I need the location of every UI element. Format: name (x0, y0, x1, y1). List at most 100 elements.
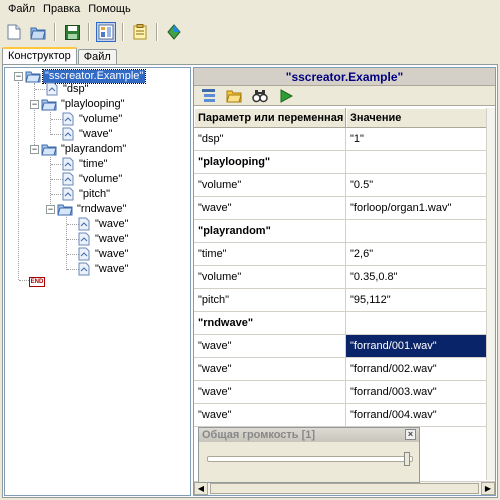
tree-node-playrandom[interactable]: − "playrandom" (30, 142, 128, 156)
open-button[interactable] (28, 22, 48, 42)
value-cell[interactable]: "0.5" (346, 174, 487, 197)
tree-label-wave[interactable]: "wave" (93, 248, 131, 261)
value-cell[interactable] (346, 220, 487, 243)
structure-tree[interactable]: − "sscreator.Example" "dsp" − "playloopi… (4, 67, 191, 496)
value-cell[interactable] (346, 312, 487, 335)
value-cell[interactable]: "forrand/004.wav" (346, 404, 487, 427)
tree-label-wave[interactable]: "wave" (77, 128, 115, 141)
volume-slider-thumb[interactable] (404, 452, 410, 466)
tree-label-rndwave[interactable]: "rndwave" (75, 203, 128, 216)
tree-connector (50, 112, 51, 135)
menu-file[interactable]: Файл (4, 0, 39, 18)
parameter-icon (62, 187, 74, 201)
tab-file[interactable]: Файл (77, 49, 117, 65)
horizontal-scrollbar[interactable]: ◀ ▶ (194, 481, 495, 495)
table-row[interactable]: "volume" "0.5" (194, 174, 487, 197)
tree-node-time[interactable]: "time" (61, 157, 110, 171)
save-button[interactable] (62, 22, 82, 42)
notes-button[interactable] (130, 22, 150, 42)
collapse-icon[interactable]: − (14, 71, 23, 81)
tree-connector (18, 82, 19, 280)
collapse-icon[interactable]: − (30, 99, 39, 109)
tree-label-wave[interactable]: "wave" (93, 263, 131, 276)
volume-slider[interactable] (207, 452, 413, 466)
value-cell[interactable] (346, 151, 487, 174)
export-button[interactable] (164, 22, 184, 42)
tree-node-dsp[interactable]: "dsp" (45, 82, 91, 96)
properties-title: "sscreator.Example" (194, 68, 495, 86)
tree-label-wave[interactable]: "wave" (93, 218, 131, 231)
tree-label-playrandom[interactable]: "playrandom" (59, 143, 128, 156)
tree-label-volume[interactable]: "volume" (77, 173, 124, 186)
grid-header: Параметр или переменная Значение (194, 108, 487, 128)
value-cell[interactable]: "2,6" (346, 243, 487, 266)
table-row-selected[interactable]: "wave" "forrand/001.wav" (194, 335, 487, 358)
find-button[interactable] (250, 86, 270, 106)
table-row[interactable]: "wave" "forrand/004.wav" (194, 404, 487, 427)
open-folder-button[interactable] (224, 86, 244, 106)
scroll-thumb[interactable] (210, 483, 479, 494)
table-row[interactable]: "pitch" "95,112" (194, 289, 487, 312)
tree-node-wave[interactable]: "wave" (77, 247, 131, 261)
table-row[interactable]: "time" "2,6" (194, 243, 487, 266)
vertical-scrollbar[interactable] (486, 108, 495, 480)
value-cell[interactable]: "1" (346, 128, 487, 151)
tree-label-pitch[interactable]: "pitch" (77, 188, 112, 201)
tree-label-volume[interactable]: "volume" (77, 113, 124, 126)
value-cell[interactable]: "forrand/003.wav" (346, 381, 487, 404)
table-row-group[interactable]: "playrandom" (194, 220, 487, 243)
table-row-group[interactable]: "playlooping" (194, 151, 487, 174)
table-row[interactable]: "wave" "forloop/organ1.wav" (194, 197, 487, 220)
tab-designer[interactable]: Конструктор (2, 47, 77, 65)
value-cell[interactable]: "forloop/organ1.wav" (346, 197, 487, 220)
tree-view-button[interactable] (198, 86, 218, 106)
collapse-icon[interactable]: − (30, 144, 39, 154)
param-cell: "wave" (194, 358, 346, 381)
tree-label-wave[interactable]: "wave" (93, 233, 131, 246)
table-row-group[interactable]: "rndwave" (194, 312, 487, 335)
tree-node-volume[interactable]: "volume" (61, 112, 124, 126)
table-row[interactable]: "dsp" "1" (194, 128, 487, 151)
tree-label-time[interactable]: "time" (77, 158, 110, 171)
play-button[interactable] (276, 86, 296, 106)
new-button[interactable] (4, 22, 24, 42)
tree-label-playlooping[interactable]: "playlooping" (59, 98, 126, 111)
table-row[interactable]: "volume" "0.35,0.8" (194, 266, 487, 289)
tree-node-rndwave[interactable]: − "rndwave" (46, 202, 128, 216)
table-row[interactable]: "wave" "forrand/003.wav" (194, 381, 487, 404)
value-cell[interactable]: "0.35,0.8" (346, 266, 487, 289)
tree-node-wave[interactable]: "wave" (77, 262, 131, 276)
tree-node-volume[interactable]: "volume" (61, 172, 124, 186)
value-cell-selected[interactable]: "forrand/001.wav" (346, 335, 487, 358)
tree-node-wave[interactable]: "wave" (61, 127, 115, 141)
toolbar-separator (156, 23, 158, 41)
scroll-left-button[interactable]: ◀ (194, 482, 208, 495)
scroll-right-button[interactable]: ▶ (481, 482, 495, 495)
save-icon (64, 24, 80, 40)
tree-node-wave[interactable]: "wave" (77, 217, 131, 231)
value-cell[interactable]: "forrand/002.wav" (346, 358, 487, 381)
tree-node-pitch[interactable]: "pitch" (61, 187, 112, 201)
tree-node-end[interactable]: END (29, 275, 45, 289)
tree-label-dsp[interactable]: "dsp" (61, 83, 91, 96)
tree-view-icon (201, 89, 215, 102)
toolbar-separator (88, 23, 90, 41)
designer-icon (98, 24, 114, 40)
tree-node-wave[interactable]: "wave" (77, 232, 131, 246)
close-button[interactable]: × (405, 429, 416, 440)
folder-icon (41, 144, 57, 155)
tree-node-playlooping[interactable]: − "playlooping" (30, 97, 126, 111)
column-header-param[interactable]: Параметр или переменная (194, 108, 346, 128)
collapse-icon[interactable]: − (46, 204, 55, 214)
toolbar-separator (54, 23, 56, 41)
tree-label-root[interactable]: "sscreator.Example" (41, 68, 147, 84)
column-header-value[interactable]: Значение (346, 108, 487, 128)
tree-node-root[interactable]: − "sscreator.Example" (14, 68, 147, 84)
table-row[interactable]: "wave" "forrand/002.wav" (194, 358, 487, 381)
menu-edit[interactable]: Правка (39, 0, 84, 18)
volume-panel-title[interactable]: Общая громкость [1] × (199, 428, 419, 442)
designer-button[interactable] (96, 22, 116, 42)
menu-help[interactable]: Помощь (84, 0, 135, 18)
value-cell[interactable]: "95,112" (346, 289, 487, 312)
folder-icon (57, 204, 73, 215)
